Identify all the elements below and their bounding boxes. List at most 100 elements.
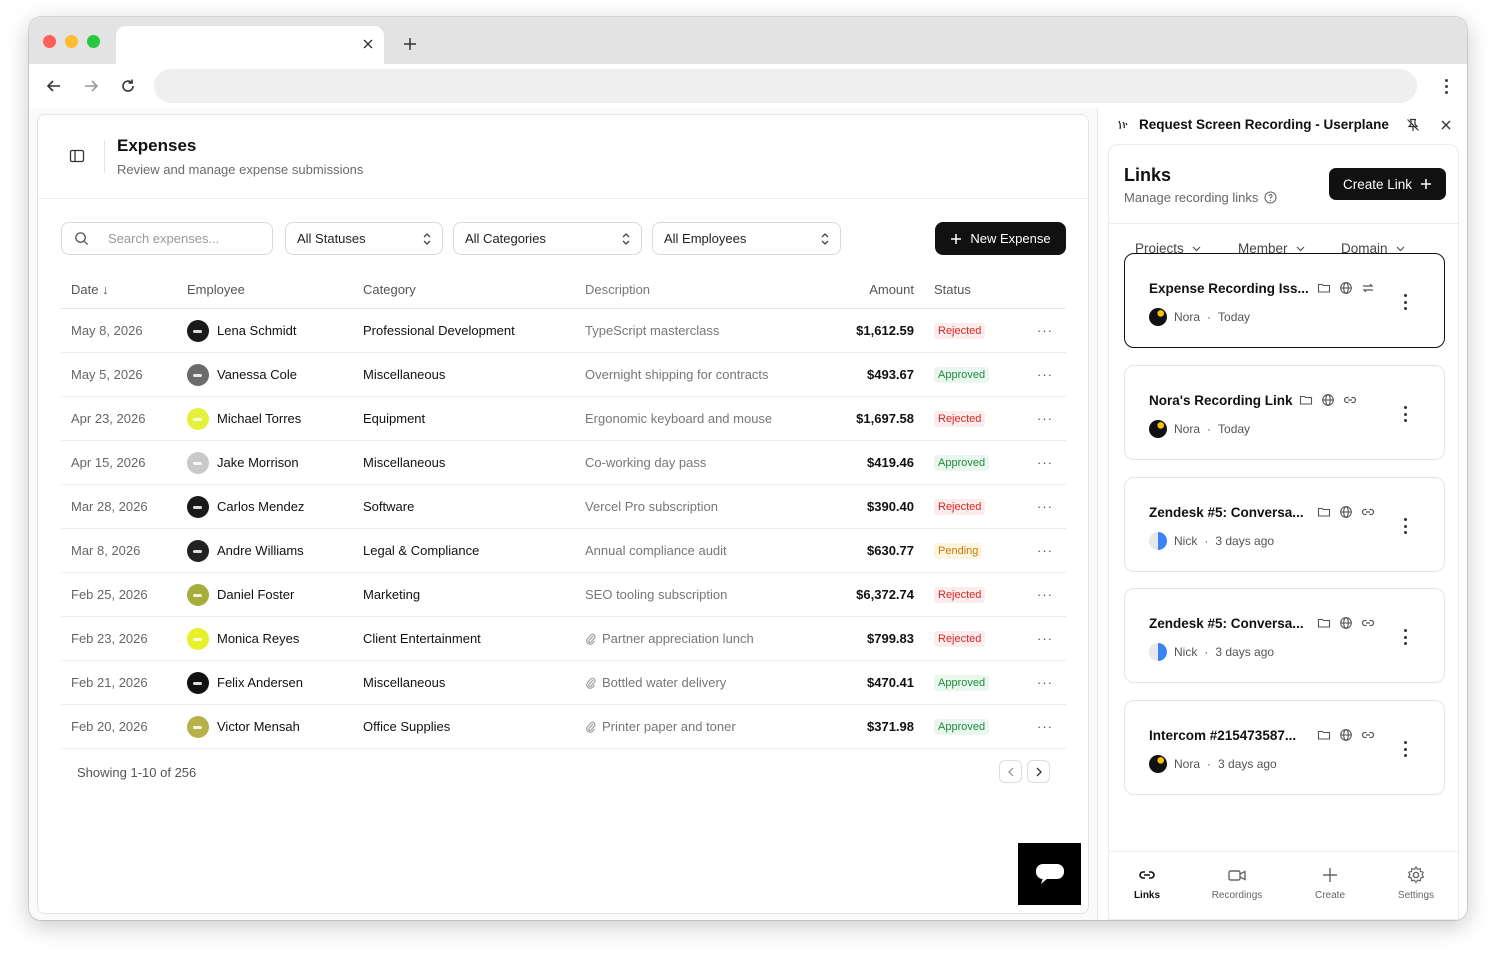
- cell-description: SEO tooling subscription: [585, 587, 811, 602]
- status-badge: Rejected: [934, 587, 986, 603]
- cell-date: Apr 23, 2026: [71, 411, 146, 426]
- recording-card[interactable]: Zendesk #5: Conversa... Nick · 3 days ago: [1124, 477, 1445, 572]
- row-actions-button[interactable]: ···: [1024, 543, 1066, 558]
- reload-icon[interactable]: [118, 76, 138, 96]
- status-filter-select[interactable]: All Statuses: [285, 222, 443, 255]
- recording-card[interactable]: Expense Recording Iss... Nora · Today: [1124, 253, 1445, 348]
- globe-icon: [1340, 282, 1352, 294]
- sync-icon: [1362, 283, 1374, 293]
- recording-more-icon[interactable]: [1404, 518, 1408, 534]
- row-actions-button[interactable]: ···: [1024, 367, 1066, 382]
- cell-date: Feb 21, 2026: [71, 675, 148, 690]
- browser-menu-icon[interactable]: [1441, 76, 1451, 96]
- description-text: Annual compliance audit: [585, 543, 727, 558]
- cell-employee: Jake Morrison: [187, 451, 363, 474]
- recording-title: Intercom #215473587...: [1149, 728, 1297, 743]
- extension-header: Request Screen Recording - Userplane: [1098, 108, 1467, 142]
- recording-time: 3 days ago: [1215, 534, 1275, 548]
- recording-icons: [1317, 281, 1375, 295]
- zoom-window-button[interactable]: [87, 35, 100, 48]
- table-row[interactable]: Mar 8, 2026 Andre Williams Legal & Complia…: [61, 529, 1066, 573]
- table-row[interactable]: May 5, 2026 Vanessa Cole Miscellaneous Over…: [61, 353, 1066, 397]
- table-row[interactable]: Feb 20, 2026 Victor Mensah Office Supplies…: [61, 705, 1066, 749]
- table-row[interactable]: Feb 25, 2026 Daniel Foster Marketing SEO to…: [61, 573, 1066, 617]
- recording-card[interactable]: Intercom #215473587... Nora · 3 days ago: [1124, 700, 1445, 795]
- employee-name: Vanessa Cole: [217, 367, 297, 382]
- cell-amount: $493.67: [867, 367, 914, 382]
- row-actions-button[interactable]: ···: [1024, 587, 1066, 602]
- cell-description: Ergonomic keyboard and mouse: [585, 411, 811, 426]
- cell-status: Rejected: [914, 322, 1024, 339]
- sidebar-toggle-icon[interactable]: [69, 148, 85, 164]
- table-row[interactable]: Mar 28, 2026 Carlos Mendez Software Vercel …: [61, 485, 1066, 529]
- tab-strip: [29, 17, 1467, 64]
- employee-name: Monica Reyes: [217, 631, 300, 646]
- cell-employee: Lena Schmidt: [187, 319, 363, 342]
- address-bar[interactable]: [154, 69, 1417, 103]
- avatar: [187, 319, 209, 342]
- row-actions-button[interactable]: ···: [1024, 455, 1066, 470]
- cell-date: May 8, 2026: [71, 323, 143, 338]
- recording-user: Nora: [1174, 310, 1201, 324]
- tab-close-icon[interactable]: [360, 36, 376, 52]
- status-badge: Approved: [934, 367, 990, 383]
- cell-date: Feb 23, 2026: [71, 631, 148, 646]
- row-actions-button[interactable]: ···: [1024, 499, 1066, 514]
- cell-status: Approved: [914, 454, 1024, 471]
- employee-name: Andre Williams: [217, 543, 304, 558]
- unpin-icon[interactable]: [1406, 118, 1420, 132]
- recording-more-icon[interactable]: [1404, 741, 1408, 757]
- help-circle-icon[interactable]: [1264, 191, 1277, 204]
- prev-page-button[interactable]: [999, 760, 1022, 783]
- column-header-date[interactable]: Date ↓: [61, 282, 187, 297]
- table-row[interactable]: Feb 21, 2026 Felix Andersen Miscellaneous B…: [61, 661, 1066, 705]
- row-actions-button[interactable]: ···: [1024, 631, 1066, 646]
- table-row[interactable]: Feb 23, 2026 Monica Reyes Client Entertain…: [61, 617, 1066, 661]
- plus-icon: [1421, 179, 1432, 189]
- forward-arrow-icon[interactable]: [81, 76, 101, 96]
- avatar: [1149, 308, 1167, 326]
- recording-card[interactable]: Zendesk #5: Conversa... Nick · 3 days ago: [1124, 588, 1445, 683]
- link-icon: [1361, 508, 1375, 516]
- nav-links[interactable]: Links: [1112, 865, 1182, 901]
- meta-separator: ·: [1207, 757, 1212, 771]
- new-tab-icon[interactable]: [401, 35, 419, 53]
- avatar: [187, 715, 209, 738]
- back-arrow-icon[interactable]: [44, 76, 64, 96]
- recording-more-icon[interactable]: [1404, 406, 1408, 422]
- recording-card[interactable]: Nora's Recording Link Nora · Today: [1124, 365, 1445, 460]
- category-filter-select[interactable]: All Categories: [453, 222, 642, 255]
- avatar: [1149, 755, 1167, 773]
- cell-category: Marketing: [363, 587, 421, 602]
- search-input[interactable]: Search expenses...: [61, 222, 273, 255]
- employee-filter-select[interactable]: All Employees: [652, 222, 841, 255]
- row-actions-button[interactable]: ···: [1024, 675, 1066, 690]
- recording-title: Zendesk #5: Conversa...: [1149, 505, 1304, 520]
- cell-date: Apr 15, 2026: [71, 455, 146, 470]
- row-actions-button[interactable]: ···: [1024, 323, 1066, 338]
- column-header-employee: Employee: [187, 282, 245, 297]
- close-window-button[interactable]: [43, 35, 56, 48]
- recording-more-icon[interactable]: [1404, 629, 1408, 645]
- row-actions-button[interactable]: ···: [1024, 411, 1066, 426]
- table-row[interactable]: Apr 15, 2026 Jake Morrison Miscellaneous Co…: [61, 441, 1066, 485]
- chat-launcher-button[interactable]: [1018, 843, 1081, 905]
- avatar: [1149, 532, 1167, 550]
- minimize-window-button[interactable]: [65, 35, 78, 48]
- table-row[interactable]: May 8, 2026 Lena Schmidt Professional Deve…: [61, 309, 1066, 353]
- next-page-button[interactable]: [1027, 760, 1050, 783]
- column-header-date-label: Date: [71, 282, 99, 297]
- browser-tab[interactable]: [116, 26, 384, 64]
- recording-more-icon[interactable]: [1404, 294, 1408, 310]
- row-actions-button[interactable]: ···: [1024, 719, 1066, 734]
- employee-filter-value: All Employees: [664, 231, 747, 246]
- employee-name: Daniel Foster: [217, 587, 295, 602]
- nav-create[interactable]: Create: [1295, 865, 1365, 901]
- page-subtitle: Review and manage expense submissions: [117, 162, 364, 177]
- close-icon[interactable]: [1439, 118, 1453, 132]
- nav-recordings[interactable]: Recordings: [1202, 865, 1272, 901]
- table-row[interactable]: Apr 23, 2026 Michael Torres Equipment Ergon…: [61, 397, 1066, 441]
- create-link-button[interactable]: Create Link: [1329, 168, 1446, 200]
- nav-settings[interactable]: Settings: [1381, 865, 1451, 901]
- new-expense-button[interactable]: New Expense: [935, 222, 1066, 255]
